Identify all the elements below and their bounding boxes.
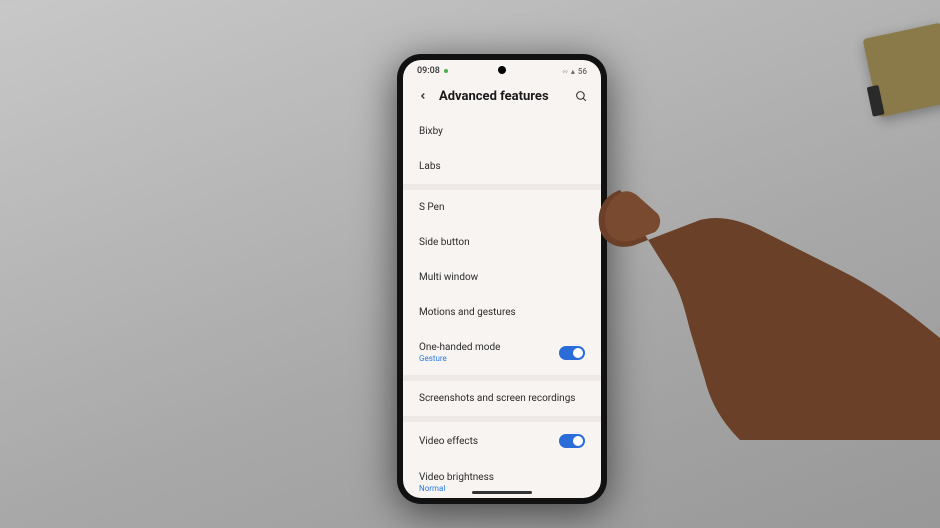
phone-device: 09:08 ◦◦ ▴ 56 Advanced features Bixby	[397, 54, 607, 504]
settings-item-sublabel: Gesture	[419, 354, 559, 363]
settings-item-label: Video brightness	[419, 472, 585, 483]
settings-item-video-effects[interactable]: Video effects	[413, 422, 591, 460]
settings-item-label: Side button	[419, 237, 470, 248]
settings-header: Advanced features	[403, 82, 601, 114]
status-indicator-icon	[444, 69, 448, 73]
settings-item-label: S Pen	[419, 202, 445, 213]
settings-item-label: Bixby	[419, 126, 443, 137]
page-title: Advanced features	[439, 89, 567, 104]
settings-item-bixby[interactable]: Bixby	[413, 114, 591, 149]
settings-item-label: Labs	[419, 161, 441, 172]
phone-screen: 09:08 ◦◦ ▴ 56 Advanced features Bixby	[403, 60, 601, 498]
settings-item-multi-window[interactable]: Multi window	[413, 260, 591, 295]
front-camera	[498, 66, 506, 74]
settings-item-label: Multi window	[419, 272, 478, 283]
settings-item-side-button[interactable]: Side button	[413, 225, 591, 260]
battery-level: 56	[578, 67, 587, 76]
settings-item-labs[interactable]: Labs	[413, 149, 591, 184]
back-icon[interactable]	[415, 88, 431, 104]
settings-item-label: Screenshots and screen recordings	[419, 393, 575, 404]
settings-item-label: One-handed mode	[419, 342, 559, 353]
status-time: 09:08	[417, 66, 440, 76]
settings-item-label: Video effects	[419, 436, 478, 447]
background-object	[863, 23, 940, 118]
search-icon[interactable]	[575, 89, 589, 103]
video-effects-toggle[interactable]	[559, 434, 585, 448]
settings-item-screenshots[interactable]: Screenshots and screen recordings	[413, 381, 591, 416]
settings-item-one-handed[interactable]: One-handed mode Gesture	[413, 330, 591, 375]
settings-item-motions[interactable]: Motions and gestures	[413, 295, 591, 330]
wifi-icon: ◦◦	[562, 67, 568, 76]
nav-bar-indicator[interactable]	[472, 491, 532, 494]
one-handed-toggle[interactable]	[559, 346, 585, 360]
settings-list: Bixby Labs S Pen Side button Multi windo…	[403, 114, 601, 498]
status-right: ◦◦ ▴ 56	[562, 67, 587, 76]
settings-item-label: Motions and gestures	[419, 307, 516, 318]
settings-item-spen[interactable]: S Pen	[413, 190, 591, 225]
signal-icon: ▴	[571, 67, 575, 76]
